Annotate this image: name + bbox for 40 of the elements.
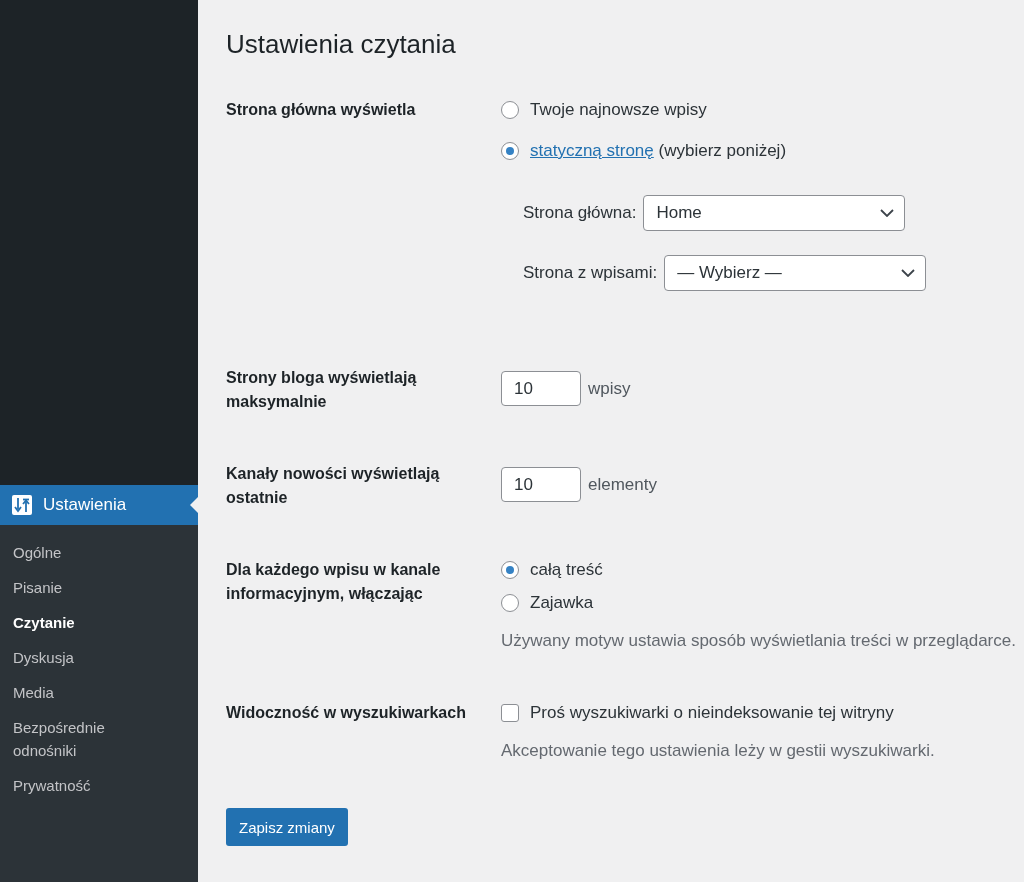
save-button[interactable]: Zapisz zmiany <box>226 808 348 846</box>
setting-label: Dla każdego wpisu w kanale informacyjnym, włączając <box>226 560 442 604</box>
submenu-item[interactable]: Dyskusja <box>0 640 198 675</box>
option-label: Zajawka <box>530 592 594 614</box>
description-text: Akceptowanie tego ustawienia leży w gestii wyszukiwarki. <box>501 740 935 762</box>
option-label: Proś wyszukiwarki o nieindeksowanie tej witryny <box>530 702 894 724</box>
dropdown-label: Strona z wpisami: <box>523 262 658 284</box>
submenu-item[interactable]: Prywatność <box>0 768 198 803</box>
chevron-down-icon <box>901 269 916 277</box>
number-field[interactable]: 10 <box>501 371 581 406</box>
radio-button[interactable] <box>501 142 519 160</box>
chevron-down-icon <box>880 209 895 217</box>
settings-icon <box>12 495 32 515</box>
static-page-link[interactable]: statyczną stronę <box>530 141 654 160</box>
setting-label: Widoczność w wyszukiwarkach <box>226 703 467 723</box>
radio-button[interactable] <box>501 101 519 119</box>
submenu-item[interactable]: Bezpośrednie odnośniki <box>0 710 198 768</box>
description-text: Używany motyw ustawia sposób wyświetlania treści w przeglądarce. <box>501 630 1016 652</box>
option-label: Twoje najnowsze wpisy <box>530 99 707 121</box>
option-label: całą treść <box>530 559 603 581</box>
unit-label: elementy <box>588 473 657 496</box>
checkbox[interactable] <box>501 704 519 722</box>
dropdown[interactable]: — Wybierz — <box>664 255 927 291</box>
submenu-item[interactable]: Media <box>0 675 198 710</box>
menu-item[interactable]: Ustawienia <box>0 485 198 525</box>
setting-label: Kanały nowości wyświetlają ostatnie <box>226 464 441 508</box>
option-label: statyczną stronę (wybierz poniżej) <box>530 140 787 162</box>
unit-label: wpisy <box>588 377 631 400</box>
setting-label: Strony bloga wyświetlają maksymalnie <box>226 368 418 412</box>
submenu-item[interactable]: Ogólne <box>0 535 198 570</box>
submenu-item[interactable]: Czytanie <box>0 605 198 640</box>
dropdown[interactable]: Home <box>643 195 906 231</box>
radio-button[interactable] <box>501 561 519 579</box>
submenu-item[interactable]: Pisanie <box>0 570 198 605</box>
current-pointer-icon <box>190 497 198 513</box>
dropdown-label: Strona główna: <box>523 202 637 224</box>
number-field[interactable]: 10 <box>501 467 581 502</box>
page-title: Ustawienia czytania <box>226 28 457 61</box>
setting-label: Strona główna wyświetla <box>226 100 417 120</box>
radio-button[interactable] <box>501 594 519 612</box>
